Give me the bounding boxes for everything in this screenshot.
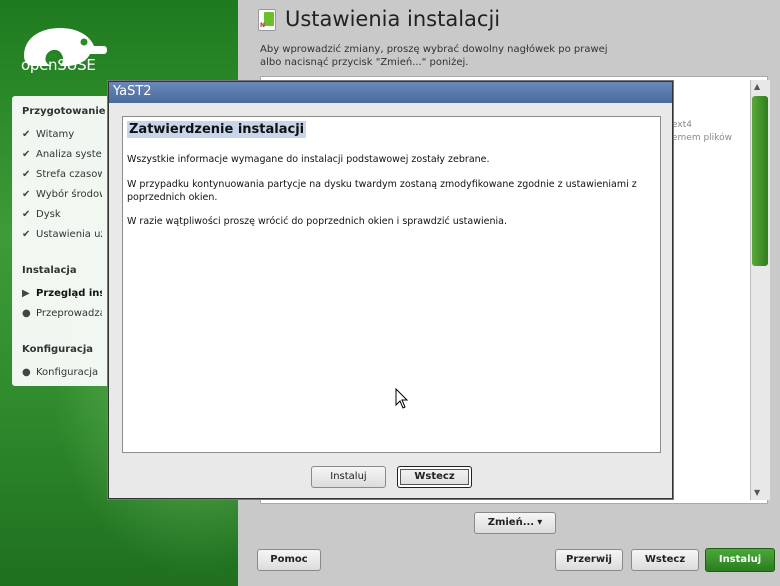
installation-settings-icon: N: [258, 9, 276, 31]
dialog-message-area: Zatwierdzenie instalacji Wszystkie infor…: [122, 116, 661, 453]
mouse-pointer-icon: [395, 388, 409, 409]
play-arrow-icon: ▶: [22, 288, 30, 299]
abort-button[interactable]: Przerwij: [555, 549, 623, 571]
help-button-label: Pomoc: [270, 554, 308, 565]
install-button[interactable]: Instaluj: [705, 548, 775, 572]
summary-partial-text: emem plików: [672, 133, 732, 143]
check-icon: ✔: [22, 209, 31, 220]
change-button-label: Zmień...: [487, 517, 535, 528]
step-welcome: ✔ Witamy: [22, 129, 74, 140]
section-title-installation: Instalacja: [22, 265, 77, 276]
summary-partial-text: ext4: [672, 120, 692, 130]
step-label: Dysk: [36, 209, 61, 220]
scroll-down-icon[interactable]: ▼: [754, 488, 760, 497]
opensuse-logo-text: openSUSE: [21, 56, 96, 74]
check-icon: ✔: [22, 189, 31, 200]
step-label: Strefa czasowa: [36, 169, 102, 180]
step-label: Wybór środowiska: [36, 189, 102, 200]
step-label: Konfiguracja automatyczna: [36, 367, 102, 378]
step-perform-installation: ● Przeprowadzanie instalacji: [22, 308, 102, 319]
check-icon: ✔: [22, 169, 31, 180]
check-icon: ✔: [22, 129, 31, 140]
back-button[interactable]: Wstecz: [631, 549, 699, 571]
dialog-paragraph: Wszystkie informacje wymagane do instala…: [127, 154, 490, 165]
chevron-down-icon: ▾: [537, 517, 543, 528]
step-disk: ✔ Dysk: [22, 209, 61, 220]
scrollbar-thumb[interactable]: [752, 96, 768, 266]
dialog-install-button[interactable]: Instaluj: [311, 466, 386, 488]
step-system-analysis: ✔ Analiza systemu: [22, 149, 102, 160]
step-installation-overview: ▶ Przegląd instalacji: [22, 288, 102, 299]
step-user-settings: ✔ Ustawienia użytkownika: [22, 229, 102, 240]
bullet-icon: ●: [22, 308, 31, 319]
dialog-heading: Zatwierdzenie instalacji: [127, 121, 307, 138]
step-label: Analiza systemu: [36, 149, 102, 160]
check-icon: ✔: [22, 229, 31, 240]
bullet-icon: ●: [22, 367, 31, 378]
step-timezone: ✔ Strefa czasowa: [22, 169, 102, 180]
step-label: Ustawienia użytkownika: [36, 229, 102, 240]
step-automatic-configuration: ● Konfiguracja automatyczna: [22, 367, 102, 378]
dialog-back-label: Wstecz: [414, 471, 455, 482]
section-title-configuration: Konfiguracja: [22, 344, 94, 355]
scroll-up-icon[interactable]: ▲: [754, 82, 760, 91]
abort-button-label: Przerwij: [566, 554, 612, 565]
step-label: Przeprowadzanie instalacji: [36, 308, 102, 319]
dialog-back-button[interactable]: Wstecz: [397, 466, 472, 488]
step-desktop-selection: ✔ Wybór środowiska: [22, 189, 102, 200]
help-button[interactable]: Pomoc: [257, 549, 321, 571]
confirm-installation-dialog: YaST2 Zatwierdzenie instalacji Wszystkie…: [108, 81, 673, 499]
page-title: Ustawienia instalacji: [285, 7, 501, 31]
dialog-paragraph: W razie wątpliwości proszę wrócić do pop…: [127, 216, 507, 227]
dialog-titlebar[interactable]: YaST2: [109, 82, 672, 103]
step-label: Witamy: [36, 129, 75, 140]
dialog-paragraph: W przypadku kontynuowania partycje na dy…: [127, 179, 637, 203]
back-button-label: Wstecz: [644, 554, 686, 565]
step-label: Przegląd instalacji: [36, 288, 102, 299]
section-title-preparation: Przygotowanie: [22, 106, 106, 117]
change-button[interactable]: Zmień... ▾: [474, 512, 556, 534]
page-description: Aby wprowadzić zmiany, proszę wybrać dow…: [260, 44, 608, 68]
dialog-window-title: YaST2: [113, 84, 152, 99]
check-icon: ✔: [22, 149, 31, 160]
